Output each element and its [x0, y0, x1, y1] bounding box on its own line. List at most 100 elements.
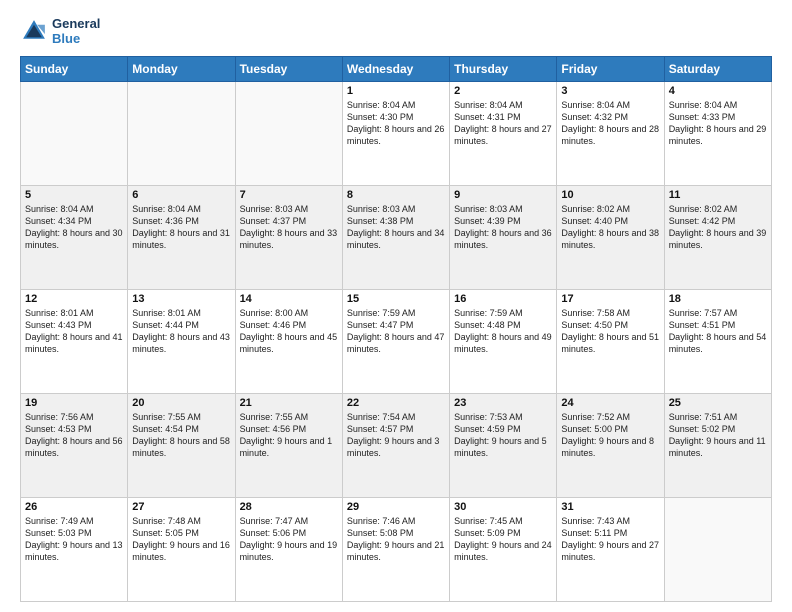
page: General Blue SundayMondayTuesdayWednesda…: [0, 0, 792, 612]
calendar-cell: 24Sunrise: 7:52 AM Sunset: 5:00 PM Dayli…: [557, 394, 664, 498]
calendar-cell: 21 Sunrise: 7:55 AM Sunset: 4:56 PM Dayli…: [235, 394, 342, 498]
day-info: Sunrise: 8:03 AM Sunset: 4:37 PM Dayligh…: [240, 203, 338, 252]
day-info: Sunrise: 8:04 AM Sunset: 4:33 PM Dayligh…: [669, 99, 767, 148]
day-number: 17: [561, 293, 659, 305]
day-number: 18: [669, 293, 767, 305]
day-number: 9: [454, 189, 552, 201]
calendar-cell: 14 Sunrise: 8:00 AM Sunset: 4:46 PM Dayli…: [235, 290, 342, 394]
day-number: 30: [454, 501, 552, 513]
calendar-cell: 30 Sunrise: 7:45 AM Sunset: 5:09 PM Dayli…: [450, 498, 557, 602]
day-info: Sunrise: 7:51 AM Sunset: 5:02 PM Dayligh…: [669, 411, 767, 460]
calendar-cell: 28Sunrise: 7:47 AM Sunset: 5:06 PM Dayli…: [235, 498, 342, 602]
day-info: Sunrise: 8:01 AM Sunset: 4:44 PM Dayligh…: [132, 307, 230, 356]
day-info: Sunrise: 8:04 AM Sunset: 4:30 PM Dayligh…: [347, 99, 445, 148]
day-number: 8: [347, 189, 445, 201]
calendar-cell: 4 Sunrise: 8:04 AM Sunset: 4:33 PM Daylig…: [664, 82, 771, 186]
day-number: 10: [561, 189, 659, 201]
calendar-cell: 29Sunrise: 7:46 AM Sunset: 5:08 PM Dayli…: [342, 498, 449, 602]
day-info: Sunrise: 7:48 AM Sunset: 5:05 PM Dayligh…: [132, 515, 230, 564]
day-info: Sunrise: 7:55 AM Sunset: 4:56 PM Dayligh…: [240, 411, 338, 460]
logo: General Blue: [20, 16, 100, 46]
calendar-cell: 18 Sunrise: 7:57 AM Sunset: 4:51 PM Dayli…: [664, 290, 771, 394]
day-info: Sunrise: 8:00 AM Sunset: 4:46 PM Dayligh…: [240, 307, 338, 356]
day-number: 12: [25, 293, 123, 305]
calendar-cell: 10 Sunrise: 8:02 AM Sunset: 4:40 PM Dayli…: [557, 186, 664, 290]
day-number: 11: [669, 189, 767, 201]
day-number: 6: [132, 189, 230, 201]
calendar-cell: 11 Sunrise: 8:02 AM Sunset: 4:42 PM Dayli…: [664, 186, 771, 290]
day-info: Sunrise: 7:56 AM Sunset: 4:53 PM Dayligh…: [25, 411, 123, 460]
day-number: 15: [347, 293, 445, 305]
calendar-cell: 25 Sunrise: 7:51 AM Sunset: 5:02 PM Dayli…: [664, 394, 771, 498]
day-info: Sunrise: 7:58 AM Sunset: 4:50 PM Dayligh…: [561, 307, 659, 356]
weekday-header-saturday: Saturday: [664, 57, 771, 82]
day-number: 20: [132, 397, 230, 409]
day-info: Sunrise: 8:02 AM Sunset: 4:40 PM Dayligh…: [561, 203, 659, 252]
day-info: Sunrise: 8:02 AM Sunset: 4:42 PM Dayligh…: [669, 203, 767, 252]
calendar-week-1: 1Sunrise: 8:04 AM Sunset: 4:30 PM Daylig…: [21, 82, 772, 186]
calendar-cell: 19Sunrise: 7:56 AM Sunset: 4:53 PM Dayli…: [21, 394, 128, 498]
calendar-cell: 26Sunrise: 7:49 AM Sunset: 5:03 PM Dayli…: [21, 498, 128, 602]
calendar-cell: 22Sunrise: 7:54 AM Sunset: 4:57 PM Dayli…: [342, 394, 449, 498]
calendar-cell: [21, 82, 128, 186]
calendar-cell: 6 Sunrise: 8:04 AM Sunset: 4:36 PM Daylig…: [128, 186, 235, 290]
logo-icon: [20, 17, 48, 45]
day-info: Sunrise: 7:45 AM Sunset: 5:09 PM Dayligh…: [454, 515, 552, 564]
day-number: 25: [669, 397, 767, 409]
day-number: 16: [454, 293, 552, 305]
day-number: 7: [240, 189, 338, 201]
calendar-cell: 1Sunrise: 8:04 AM Sunset: 4:30 PM Daylig…: [342, 82, 449, 186]
calendar-cell: 15 Sunrise: 7:59 AM Sunset: 4:47 PM Dayli…: [342, 290, 449, 394]
calendar-week-3: 12Sunrise: 8:01 AM Sunset: 4:43 PM Dayli…: [21, 290, 772, 394]
calendar-cell: [664, 498, 771, 602]
day-number: 22: [347, 397, 445, 409]
header: General Blue: [20, 16, 772, 46]
day-number: 31: [561, 501, 659, 513]
day-info: Sunrise: 7:46 AM Sunset: 5:08 PM Dayligh…: [347, 515, 445, 564]
day-number: 27: [132, 501, 230, 513]
calendar-week-5: 26Sunrise: 7:49 AM Sunset: 5:03 PM Dayli…: [21, 498, 772, 602]
day-info: Sunrise: 8:04 AM Sunset: 4:31 PM Dayligh…: [454, 99, 552, 148]
calendar-cell: 12Sunrise: 8:01 AM Sunset: 4:43 PM Dayli…: [21, 290, 128, 394]
calendar-cell: 7 Sunrise: 8:03 AM Sunset: 4:37 PM Daylig…: [235, 186, 342, 290]
calendar-cell: 23 Sunrise: 7:53 AM Sunset: 4:59 PM Dayli…: [450, 394, 557, 498]
calendar-cell: 13 Sunrise: 8:01 AM Sunset: 4:44 PM Dayli…: [128, 290, 235, 394]
day-number: 13: [132, 293, 230, 305]
weekday-header-thursday: Thursday: [450, 57, 557, 82]
day-info: Sunrise: 7:57 AM Sunset: 4:51 PM Dayligh…: [669, 307, 767, 356]
day-number: 14: [240, 293, 338, 305]
calendar-header-row: SundayMondayTuesdayWednesdayThursdayFrid…: [21, 57, 772, 82]
calendar-cell: [235, 82, 342, 186]
logo-text: General Blue: [52, 16, 100, 46]
calendar-cell: 8 Sunrise: 8:03 AM Sunset: 4:38 PM Daylig…: [342, 186, 449, 290]
day-info: Sunrise: 7:53 AM Sunset: 4:59 PM Dayligh…: [454, 411, 552, 460]
day-number: 24: [561, 397, 659, 409]
day-info: Sunrise: 7:59 AM Sunset: 4:47 PM Dayligh…: [347, 307, 445, 356]
day-info: Sunrise: 7:43 AM Sunset: 5:11 PM Dayligh…: [561, 515, 659, 564]
calendar-cell: 17 Sunrise: 7:58 AM Sunset: 4:50 PM Dayli…: [557, 290, 664, 394]
day-info: Sunrise: 7:59 AM Sunset: 4:48 PM Dayligh…: [454, 307, 552, 356]
calendar-week-4: 19Sunrise: 7:56 AM Sunset: 4:53 PM Dayli…: [21, 394, 772, 498]
calendar-cell: 2Sunrise: 8:04 AM Sunset: 4:31 PM Daylig…: [450, 82, 557, 186]
day-number: 4: [669, 85, 767, 97]
day-info: Sunrise: 8:03 AM Sunset: 4:38 PM Dayligh…: [347, 203, 445, 252]
day-number: 23: [454, 397, 552, 409]
calendar-cell: 3 Sunrise: 8:04 AM Sunset: 4:32 PM Daylig…: [557, 82, 664, 186]
calendar-cell: 31 Sunrise: 7:43 AM Sunset: 5:11 PM Dayli…: [557, 498, 664, 602]
day-number: 5: [25, 189, 123, 201]
calendar-cell: 27 Sunrise: 7:48 AM Sunset: 5:05 PM Dayli…: [128, 498, 235, 602]
day-number: 3: [561, 85, 659, 97]
day-info: Sunrise: 8:04 AM Sunset: 4:36 PM Dayligh…: [132, 203, 230, 252]
day-number: 26: [25, 501, 123, 513]
calendar-cell: 16 Sunrise: 7:59 AM Sunset: 4:48 PM Dayli…: [450, 290, 557, 394]
day-number: 21: [240, 397, 338, 409]
calendar-table: SundayMondayTuesdayWednesdayThursdayFrid…: [20, 56, 772, 602]
day-info: Sunrise: 8:04 AM Sunset: 4:34 PM Dayligh…: [25, 203, 123, 252]
calendar-week-2: 5 Sunrise: 8:04 AM Sunset: 4:34 PM Daylig…: [21, 186, 772, 290]
calendar-cell: 9Sunrise: 8:03 AM Sunset: 4:39 PM Daylig…: [450, 186, 557, 290]
day-number: 28: [240, 501, 338, 513]
day-info: Sunrise: 7:55 AM Sunset: 4:54 PM Dayligh…: [132, 411, 230, 460]
day-info: Sunrise: 8:04 AM Sunset: 4:32 PM Dayligh…: [561, 99, 659, 148]
weekday-header-monday: Monday: [128, 57, 235, 82]
weekday-header-friday: Friday: [557, 57, 664, 82]
